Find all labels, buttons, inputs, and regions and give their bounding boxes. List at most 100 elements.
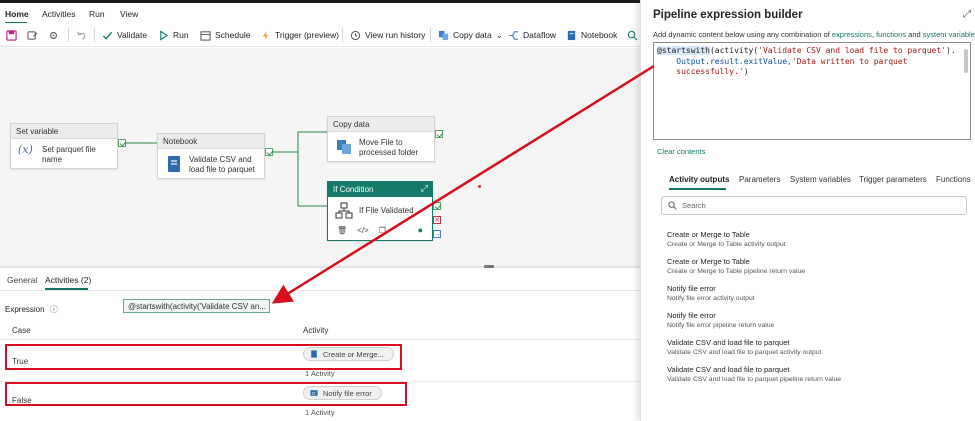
menu-view[interactable]: View: [120, 9, 138, 19]
search-icon: [668, 201, 677, 210]
output-title: Validate CSV and load file to parquet: [667, 365, 790, 374]
functions-link[interactable]: functions: [876, 30, 906, 39]
run-history-button[interactable]: View run history: [350, 28, 425, 42]
app-root: Home Activities Run View Validate Run Sc…: [0, 0, 975, 421]
settings-gear-icon[interactable]: [48, 28, 59, 42]
set-variable-activity[interactable]: Set variable (x) Set parquet file name: [10, 123, 118, 169]
menu-activities[interactable]: Activities: [42, 9, 76, 19]
on-success-port[interactable]: [265, 148, 273, 156]
dataflow-button[interactable]: Dataflow: [508, 28, 556, 42]
output-description: Notify file error activity output: [667, 295, 755, 302]
code-property-path: Output.result.exitValue,: [657, 56, 792, 66]
run-button[interactable]: Run: [158, 28, 189, 42]
expand-icon[interactable]: ⤢: [963, 9, 971, 20]
tab-functions[interactable]: Functions: [936, 175, 971, 184]
activity-name-line: Validate CSV and: [189, 155, 252, 164]
toolbar: Validate Run Schedule Trigger (preview) …: [0, 23, 640, 47]
toolbar-separator: [342, 28, 343, 42]
on-success-port[interactable]: [433, 202, 441, 210]
activity-output-item[interactable]: Notify file error Notify file error acti…: [667, 284, 755, 302]
calendar-icon: [200, 30, 211, 41]
on-fail-port[interactable]: ✕: [433, 216, 441, 224]
code-string: 'Data written to parquet: [791, 56, 908, 66]
play-icon: [160, 29, 169, 41]
dataflow-icon: [508, 30, 519, 40]
search-icon[interactable]: [627, 28, 638, 42]
activity-toolbar: 🗑 </> ❐ ●: [328, 224, 432, 236]
activity-output-item[interactable]: Validate CSV and load file to parquet Va…: [667, 365, 841, 383]
pipeline-canvas[interactable]: Set variable (x) Set parquet file name N…: [0, 48, 640, 266]
checkmark-icon: [102, 31, 113, 40]
clear-contents-link[interactable]: Clear contents: [657, 147, 705, 156]
code-function: @startswith: [657, 46, 710, 55]
notebook-icon: [168, 156, 180, 172]
save-as-icon[interactable]: [27, 28, 38, 42]
system-variables-link[interactable]: system variables: [923, 30, 975, 39]
code-text: ).: [946, 46, 956, 55]
activity-name-line: Set parquet file: [42, 145, 96, 154]
annotation-highlight-true: [5, 344, 402, 370]
output-title: Notify file error: [667, 284, 716, 293]
output-description: Validate CSV and load file to parquet pi…: [667, 376, 842, 383]
copy-data-button[interactable]: Copy data ⌄: [438, 28, 503, 42]
subtitle-text: Add dynamic content below using any comb…: [653, 30, 832, 39]
code-icon[interactable]: </>: [357, 226, 369, 235]
tab-parameters[interactable]: Parameters: [739, 175, 780, 184]
tab-general[interactable]: General: [7, 275, 37, 285]
if-condition-label: If File Validated: [359, 206, 414, 215]
notebook-activity[interactable]: Notebook Validate CSV and load file to p…: [157, 133, 265, 179]
activity-output-item[interactable]: Validate CSV and load file to parquet Va…: [667, 338, 821, 356]
menu-run[interactable]: Run: [89, 9, 105, 19]
search-placeholder: Search: [682, 201, 706, 210]
code-text: ): [743, 67, 749, 76]
activity-output-item[interactable]: Create or Merge to Table Create or Merge…: [667, 257, 805, 275]
menu-home[interactable]: Home: [5, 9, 29, 19]
expression-editor[interactable]: @startswith(activity('Validate CSV and l…: [653, 42, 971, 140]
tab-activities[interactable]: Activities (2): [45, 275, 91, 285]
on-completion-port[interactable]: →: [433, 230, 441, 238]
notebook-button[interactable]: Notebook: [566, 28, 617, 42]
if-condition-activity[interactable]: If Condition ⤢ If File Validated 🗑 </> ❐…: [327, 181, 433, 241]
copy-data-label: Copy data: [453, 30, 492, 40]
delete-icon[interactable]: 🗑: [337, 226, 347, 235]
tab-trigger-parameters[interactable]: Trigger parameters: [859, 175, 927, 184]
add-output-icon[interactable]: ●: [418, 225, 423, 235]
panel-subtitle: Add dynamic content below using any comb…: [653, 30, 975, 39]
dataflow-label: Dataflow: [523, 30, 557, 40]
schedule-button[interactable]: Schedule: [200, 28, 250, 42]
lightning-icon: [262, 30, 269, 40]
undo-icon[interactable]: [76, 28, 87, 42]
output-description: Create or Merge to Table pipeline return…: [667, 268, 806, 275]
trigger-button[interactable]: Trigger (preview): [260, 28, 339, 42]
code-string: successfully.': [657, 67, 744, 76]
info-icon[interactable]: ⓘ: [50, 305, 58, 314]
expressions-link[interactable]: expressions: [832, 30, 872, 39]
copy-data-activity[interactable]: Copy data Move File to processed folder: [327, 116, 435, 162]
tab-divider: [0, 290, 640, 291]
on-success-port[interactable]: [435, 130, 443, 138]
history-icon: [350, 30, 361, 40]
activity-header: Copy data: [328, 117, 434, 132]
expression-input[interactable]: @startswith(activity('Validate CSV an...: [123, 299, 270, 313]
panel-title: Pipeline expression builder: [653, 9, 803, 21]
copy-data-icon: [337, 140, 351, 154]
activity-name-line: processed folder: [359, 148, 419, 157]
on-success-port[interactable]: [118, 139, 126, 147]
activity-count: 1 Activity: [305, 408, 335, 417]
save-icon[interactable]: [6, 28, 17, 42]
expression-code[interactable]: @startswith(activity('Validate CSV and l…: [657, 46, 957, 78]
copy-icon[interactable]: ❐: [379, 226, 386, 235]
editor-scrollbar[interactable]: [964, 49, 968, 73]
activity-name-line: name: [42, 155, 63, 164]
search-input[interactable]: Search: [661, 196, 967, 215]
expression-builder-panel: Pipeline expression builder ⤢ Add dynami…: [640, 0, 975, 421]
copy-data-icon: [438, 30, 449, 40]
activity-header: Set variable: [11, 124, 117, 139]
tab-activity-outputs[interactable]: Activity outputs: [669, 175, 729, 184]
run-label: Run: [173, 30, 189, 40]
tab-system-variables[interactable]: System variables: [790, 175, 851, 184]
expand-icon[interactable]: ⤢: [421, 183, 428, 194]
activity-output-item[interactable]: Create or Merge to Table Create or Merge…: [667, 230, 786, 248]
validate-button[interactable]: Validate: [102, 28, 147, 42]
activity-output-item[interactable]: Notify file error Notify file error pipe…: [667, 311, 774, 329]
